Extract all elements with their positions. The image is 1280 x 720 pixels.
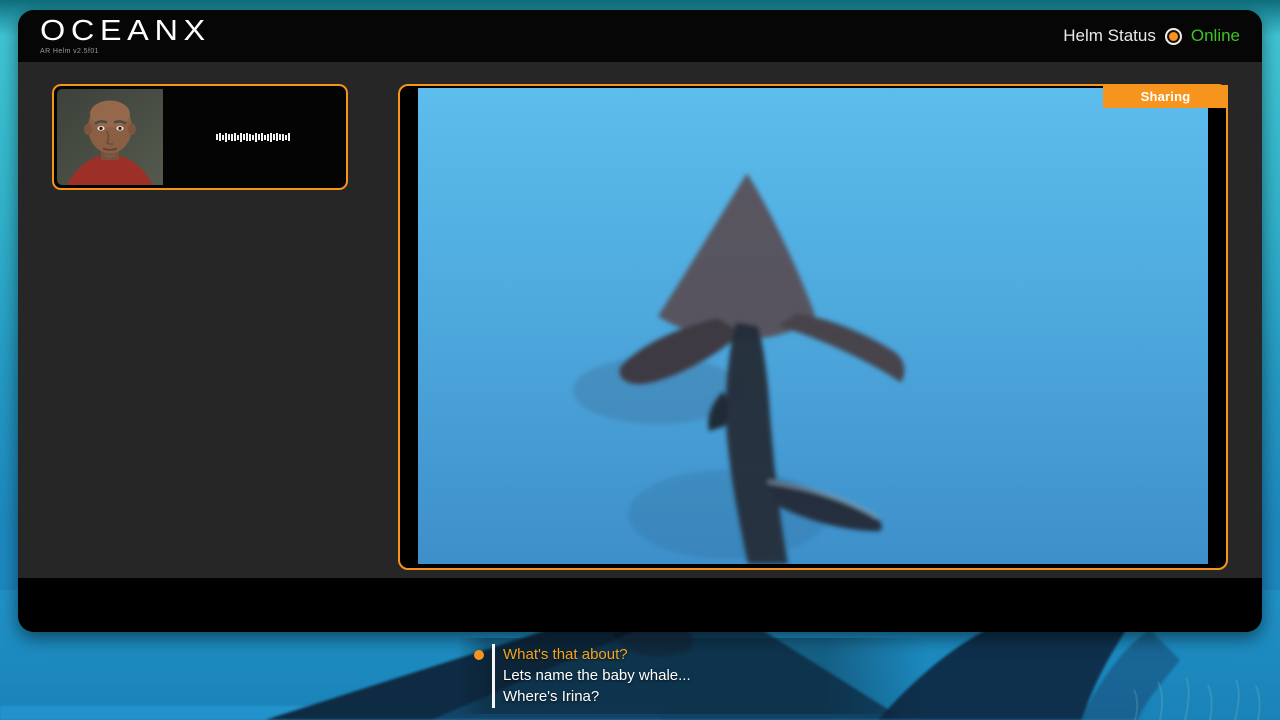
participant-avatar [57, 89, 163, 185]
video-feed [418, 88, 1208, 564]
oceanx-logo: OCEANX [40, 17, 211, 46]
helm-status-value: Online [1191, 26, 1240, 46]
status-indicator-icon [1165, 28, 1182, 45]
helm-window: OCEANX AR Helm v2.5f01 Helm Status Onlin… [18, 10, 1262, 632]
subtitle-line: Lets name the baby whale... [503, 665, 928, 686]
audio-waveform-icon [163, 89, 343, 185]
oceanx-ar-helm-screen: OCEANX AR Helm v2.5f01 Helm Status Onlin… [0, 0, 1280, 720]
participant-card[interactable] [52, 84, 348, 190]
helm-status-label: Helm Status [1063, 26, 1156, 46]
sharing-tab[interactable]: Sharing [1103, 85, 1228, 108]
whale-video-still [418, 88, 1208, 564]
window-bottom-strip [18, 578, 1262, 632]
subtitle-line: Where's Irina? [503, 686, 928, 707]
top-bar: OCEANX AR Helm v2.5f01 Helm Status Onlin… [18, 10, 1262, 62]
helm-status: Helm Status Online [1063, 26, 1240, 46]
speaker-bullet-icon [474, 650, 484, 660]
logo-block: OCEANX AR Helm v2.5f01 [40, 17, 192, 55]
shared-video-frame: Sharing [398, 84, 1228, 570]
helm-version-label: AR Helm v2.5f01 [40, 48, 192, 55]
subtitle-divider [492, 644, 495, 708]
subtitle-line: What's that about? [503, 644, 928, 665]
dialogue-subtitles: What's that about? Lets name the baby wh… [458, 638, 928, 714]
avatar-portrait [57, 89, 163, 185]
